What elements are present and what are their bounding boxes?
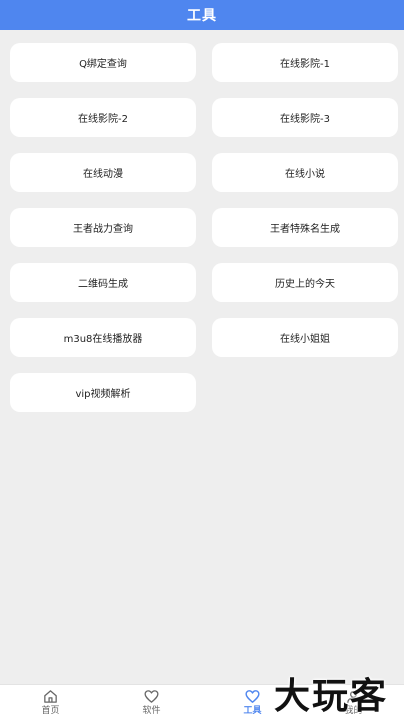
tool-button-cinema-3[interactable]: 在线影院-3 bbox=[212, 98, 398, 137]
tool-button-honor-power-query[interactable]: 王者战力查询 bbox=[10, 208, 196, 247]
tool-button-m3u8-player[interactable]: m3u8在线播放器 bbox=[10, 318, 196, 357]
tool-button-anime[interactable]: 在线动漫 bbox=[10, 153, 196, 192]
tool-button-cinema-1[interactable]: 在线影院-1 bbox=[212, 43, 398, 82]
tab-software[interactable]: 软件 bbox=[101, 685, 202, 720]
tool-button-online-girl[interactable]: 在线小姐姐 bbox=[212, 318, 398, 357]
tool-button-history-today[interactable]: 历史上的今天 bbox=[212, 263, 398, 302]
tool-button-vip-video[interactable]: vip视频解析 bbox=[10, 373, 196, 412]
tool-button-qrcode[interactable]: 二维码生成 bbox=[10, 263, 196, 302]
tab-label: 首页 bbox=[41, 706, 60, 716]
app-header: 工具 bbox=[0, 0, 404, 30]
tool-button-novel[interactable]: 在线小说 bbox=[212, 153, 398, 192]
watermark-logo: 大玩客 bbox=[274, 676, 389, 717]
home-icon bbox=[44, 690, 57, 703]
tab-label: 工具 bbox=[243, 706, 262, 716]
tool-button-qq-bind-query[interactable]: Q绑定查询 bbox=[10, 43, 196, 82]
heart-icon bbox=[144, 690, 159, 703]
tab-home[interactable]: 首页 bbox=[0, 685, 101, 720]
heart-icon bbox=[245, 690, 260, 703]
tab-label: 软件 bbox=[142, 706, 161, 716]
tool-button-honor-special-name[interactable]: 王者特殊名生成 bbox=[212, 208, 398, 247]
tool-grid: Q绑定查询 在线影院-1 在线影院-2 在线影院-3 在线动漫 在线小说 王者战… bbox=[10, 43, 398, 412]
tool-button-cinema-2[interactable]: 在线影院-2 bbox=[10, 98, 196, 137]
page-title: 工具 bbox=[187, 8, 217, 24]
